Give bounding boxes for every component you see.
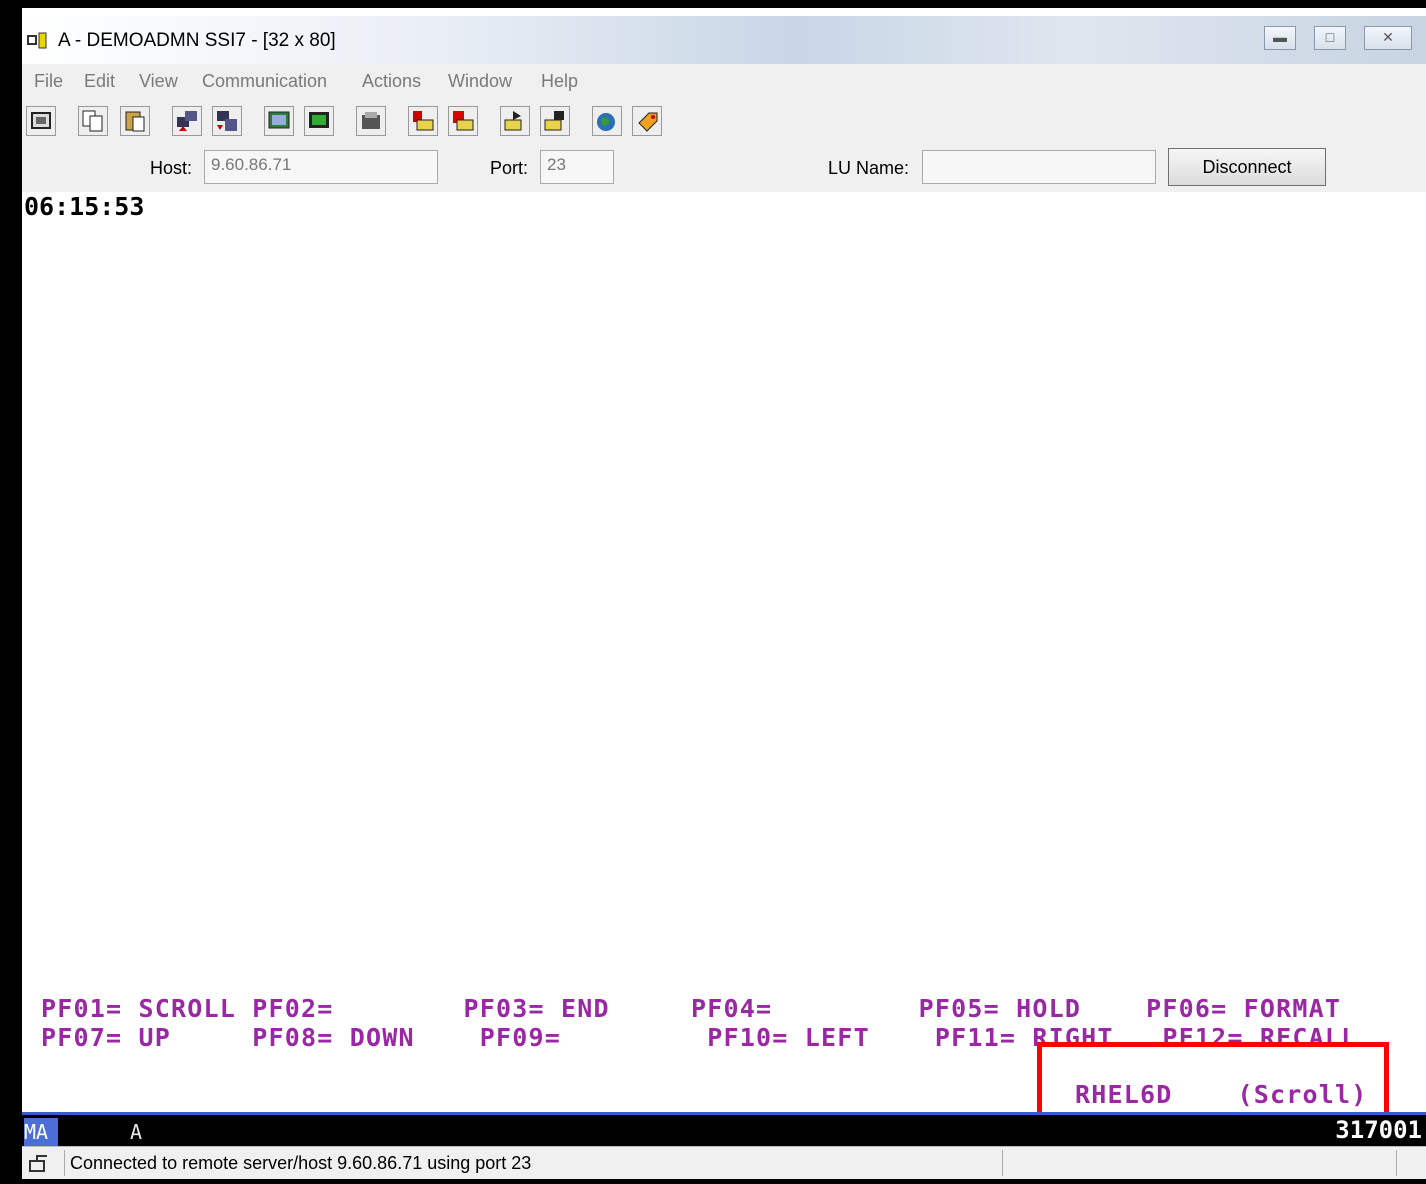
- keyboard-setup-icon: [309, 112, 329, 128]
- play-macro-icon: [504, 111, 522, 131]
- disconnect-button[interactable]: Disconnect: [1168, 148, 1326, 186]
- status-message: Connected to remote server/host 9.60.86.…: [70, 1153, 532, 1173]
- paste-button[interactable]: [120, 106, 150, 136]
- copy-icon: [82, 110, 103, 132]
- menu-view[interactable]: View: [139, 71, 178, 92]
- lu-name-label: LU Name:: [828, 158, 910, 178]
- menu-file[interactable]: File: [34, 71, 63, 92]
- stop-macro-icon: [453, 111, 474, 131]
- menu-actions[interactable]: Actions: [362, 71, 421, 92]
- operator-info-area: MA A 317001: [22, 1112, 1426, 1149]
- terminal-emulator-window: A - DEMOADMN SSI7 - [32 x 80] ▬ □ ✕ File…: [22, 8, 1426, 1179]
- paste-icon: [125, 111, 145, 132]
- send-file-icon: [177, 111, 197, 131]
- status-divider: [1396, 1150, 1397, 1176]
- macro-button[interactable]: [356, 106, 386, 136]
- title-bar[interactable]: A - DEMOADMN SSI7 - [32 x 80] ▬ □ ✕: [22, 16, 1426, 64]
- tag-icon: [638, 112, 658, 132]
- port-label: Port:: [490, 158, 529, 178]
- host-field[interactable]: 9.60.86.71: [204, 150, 438, 184]
- maximize-button[interactable]: □: [1314, 26, 1346, 50]
- tag-button[interactable]: [632, 106, 662, 136]
- toolbar: [22, 98, 1426, 144]
- port-field[interactable]: 23: [540, 150, 614, 184]
- close-button[interactable]: ✕: [1364, 26, 1412, 50]
- status-divider: [64, 1150, 65, 1176]
- window-title: A - DEMOADMN SSI7 - [32 x 80]: [58, 30, 336, 51]
- pf-keys-row-1: PF01= SCROLL PF02= PF03= END PF04= PF05=…: [41, 994, 1342, 1023]
- menu-communication[interactable]: Communication: [202, 71, 327, 92]
- status-bar: Connected to remote server/host 9.60.86.…: [22, 1146, 1426, 1179]
- menu-help[interactable]: Help: [541, 71, 578, 92]
- host-label: Host:: [150, 158, 193, 178]
- lu-name-field[interactable]: [922, 150, 1156, 184]
- web-button[interactable]: [592, 106, 622, 136]
- stop-macro-button[interactable]: [448, 106, 478, 136]
- menu-edit[interactable]: Edit: [84, 71, 115, 92]
- display-setup-button[interactable]: [264, 106, 294, 136]
- play-macro-button[interactable]: [500, 106, 530, 136]
- display-setup-icon: [268, 111, 290, 129]
- macro-icon: [362, 112, 380, 129]
- oia-cursor-position: 317001: [1335, 1116, 1422, 1144]
- receive-file-icon: [217, 111, 237, 131]
- connection-status-icon: [29, 1155, 47, 1172]
- send-file-button[interactable]: [172, 106, 202, 136]
- macro-edit-button[interactable]: [540, 106, 570, 136]
- copy-button[interactable]: [78, 106, 108, 136]
- receive-file-button[interactable]: [212, 106, 242, 136]
- print-screen-button[interactable]: [26, 106, 56, 136]
- minimize-button[interactable]: ▬: [1264, 26, 1296, 50]
- screen-clock: 06:15:53: [24, 192, 145, 221]
- app-icon: [27, 32, 47, 49]
- keyboard-setup-button[interactable]: [304, 106, 334, 136]
- record-macro-icon: [413, 111, 434, 131]
- print-screen-icon: [31, 112, 51, 129]
- status-divider: [1002, 1150, 1003, 1176]
- web-icon: [597, 113, 615, 131]
- macro-edit-icon: [544, 111, 564, 131]
- oia-mode-indicator: MA: [24, 1118, 58, 1146]
- terminal-screen[interactable]: 06:15:53 PF01= SCROLL PF02= PF03= END PF…: [22, 192, 1426, 1124]
- oia-session-indicator: A: [130, 1120, 143, 1144]
- record-macro-button[interactable]: [408, 106, 438, 136]
- menu-bar: File Edit View Communication Actions Win…: [22, 64, 1426, 99]
- menu-window[interactable]: Window: [448, 71, 512, 92]
- connection-bar: Host: 9.60.86.71 Port: 23 LU Name: Disco…: [22, 144, 1426, 193]
